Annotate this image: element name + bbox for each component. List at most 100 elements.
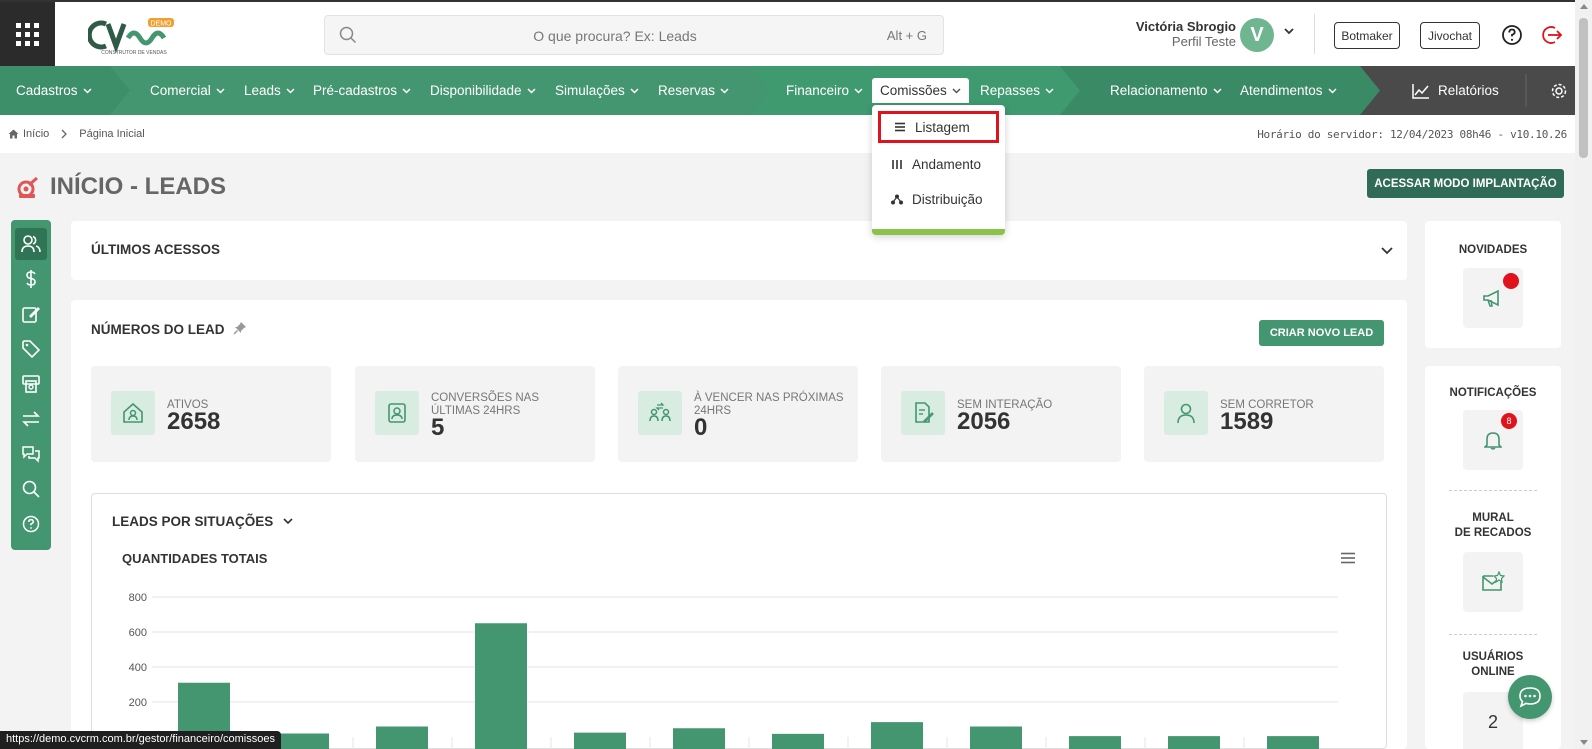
grid-icon [16,22,39,46]
jivochat-button[interactable]: Jivochat [1420,22,1480,49]
sidebar-item-help[interactable] [15,508,47,540]
search-shortcut-hint: Alt + G [886,28,927,43]
news-badge [1503,273,1519,289]
tag-icon [22,340,40,358]
logout-icon[interactable] [1541,24,1563,46]
menu-item-listagem[interactable]: Listagem [878,111,999,143]
notifications-button[interactable]: 8 [1463,410,1523,470]
cv-logo[interactable]: DEMO CONSTRUTOR DE VENDAS [88,16,180,56]
sidebar-item-transfer[interactable] [15,403,47,435]
nav-simulacoes[interactable]: Simulações [555,66,639,115]
chevron-down-icon[interactable] [1381,247,1393,255]
chart-bar[interactable] [1069,736,1121,749]
stat-sem-corretor[interactable]: SEM CORRETOR 1589 [1144,366,1384,462]
chart-bar[interactable] [772,733,824,749]
sidebar-item-leads[interactable] [15,228,47,260]
chevron-down-icon [1328,87,1337,94]
notifications-title: NOTIFICAÇÕES [1449,387,1537,399]
network-icon [891,194,903,204]
message-star-icon [1482,571,1505,591]
leads-magnet-icon [17,176,38,198]
chat-widget-button[interactable] [1508,675,1552,719]
stat-sem-interacao[interactable]: SEM INTERAÇÃO 2056 [881,366,1121,462]
nav-cadastros[interactable]: Cadastros [16,66,92,115]
implant-mode-button[interactable]: ACESSAR MODO IMPLANTAÇÃO [1367,169,1564,198]
stat-label: À VENCER NAS PRÓXIMAS 24hrs [694,392,844,417]
menu-item-andamento[interactable]: Andamento [878,148,999,180]
recent-access-card[interactable]: ÚLTIMOS ACESSOS [71,221,1407,280]
sidebar-item-edit[interactable] [15,298,47,330]
sidebar-item-tags[interactable] [15,333,47,365]
stat-conversoes[interactable]: CONVERSÕES NAS ÚLTIMAS 24hrs 5 [355,366,595,462]
logo-subtitle: CONSTRUTOR DE VENDAS [101,50,167,56]
scroll-up-arrow[interactable] [1580,4,1588,9]
nav-comissoes[interactable]: Comissões [872,78,969,103]
nav-disponibilidade[interactable]: Disponibilidade [430,66,536,115]
nav-atendimentos[interactable]: Atendimentos [1240,66,1337,115]
main-nav: Cadastros Comercial Leads Pré-cadastros … [0,66,1592,115]
chevron-down-icon [720,87,729,94]
search-icon [22,480,40,498]
chart-bar[interactable] [1267,736,1319,749]
help-icon[interactable] [1501,24,1523,46]
stat-value: 5 [431,414,445,441]
breadcrumb-bar: Início Página Inicial Horário do servido… [0,115,1575,153]
chevron-down-icon [854,87,863,94]
chat-bubbles-icon [22,446,40,463]
scrollbar-thumb[interactable] [1579,18,1588,158]
mural-button[interactable] [1463,552,1523,612]
divider [1449,490,1537,491]
nav-pre-cadastros[interactable]: Pré-cadastros [313,66,411,115]
house-user-icon [111,391,155,435]
users-exchange-icon [638,391,682,435]
chevron-down-icon[interactable] [1283,26,1295,36]
chart-bar[interactable] [475,623,527,749]
sidebar-item-search[interactable] [15,473,47,505]
chart-bar[interactable] [970,726,1022,749]
apps-menu-button[interactable] [0,2,55,66]
botmaker-button[interactable]: Botmaker [1334,22,1400,49]
chart-bar[interactable] [277,733,329,749]
scroll-down-arrow[interactable] [1580,740,1588,745]
chart-bar[interactable] [871,722,923,749]
create-lead-button[interactable]: CRIAR NOVO LEAD [1259,320,1384,346]
chevron-down-icon [216,87,225,94]
nav-financeiro[interactable]: Financeiro [786,66,863,115]
sidebar-item-atm[interactable] [15,368,47,400]
stat-a-vencer[interactable]: À VENCER NAS PRÓXIMAS 24hrs 0 [618,366,858,462]
search-input[interactable] [365,24,865,48]
chart-bar[interactable] [673,728,725,749]
stat-ativos[interactable]: ATIVOS 2658 [91,366,331,462]
menu-item-distribuicao[interactable]: Distribuição [878,183,999,215]
edit-icon [22,307,40,323]
nav-relacionamento[interactable]: Relacionamento [1110,66,1222,115]
user-info[interactable]: Victória Sbrogio Perfil Teste [1136,19,1236,49]
chevron-down-icon [1213,87,1222,94]
chart-bar[interactable] [376,726,428,749]
mural-title: MURAL DE RECADOS [1454,512,1532,539]
chevron-down-icon [402,87,411,94]
dollar-icon [26,270,36,288]
logo-badge: DEMO [151,21,173,28]
pin-icon[interactable] [233,321,247,335]
breadcrumb-current: Página Inicial [79,128,145,140]
nav-comercial[interactable]: Comercial [150,66,225,115]
user-icon [1164,391,1208,435]
user-profile: Perfil Teste [1171,34,1236,49]
chart-bar[interactable] [1168,736,1220,749]
online-users-title: USUÁRIOS ONLINE [1462,651,1524,678]
nav-relatorios[interactable]: Relatórios [1412,66,1499,115]
breadcrumb-home[interactable]: Início [23,128,49,140]
page-scrollbar[interactable] [1575,0,1592,749]
avatar[interactable]: V [1240,18,1274,52]
page-title-text: INÍCIO - LEADS [50,173,227,200]
sidebar-item-financeiro[interactable] [15,263,47,295]
news-button[interactable] [1463,268,1523,328]
chart-y-tick-label: 400 [129,662,147,674]
chart-bar[interactable] [574,732,626,749]
nav-reservas[interactable]: Reservas [658,66,729,115]
left-sidebar [11,220,51,550]
nav-leads[interactable]: Leads [244,66,295,115]
sidebar-item-messages[interactable] [15,438,47,470]
home-icon [8,129,19,139]
